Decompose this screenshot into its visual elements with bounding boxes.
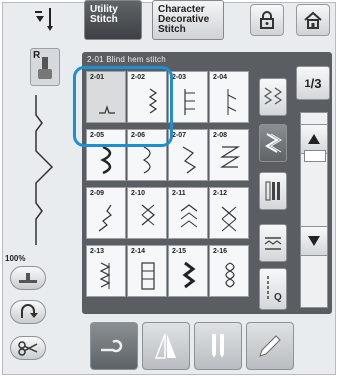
stitch-cell[interactable]: 2-16 — [209, 245, 249, 297]
stitch-length-icon — [265, 181, 280, 201]
stitch-cell[interactable]: 2-07 — [168, 129, 208, 181]
couching-stitch-icon — [98, 204, 112, 232]
reverse-stitch-button[interactable] — [10, 300, 46, 324]
stitch-cell[interactable]: 2-03 — [168, 71, 208, 123]
stitch-cell[interactable]: 2-15 — [168, 245, 208, 297]
zoom-level: 100% — [5, 254, 26, 263]
patchwork-zigzag-icon — [182, 146, 197, 174]
fagoting-cross-stitch-icon — [221, 206, 237, 232]
needle-position-icon[interactable] — [32, 6, 58, 32]
smocking-stitch-icon — [141, 204, 155, 226]
tension-button[interactable] — [259, 224, 287, 262]
stitch-cell[interactable]: 2-04 — [209, 71, 249, 123]
twin-needle-icon — [212, 334, 224, 358]
pencil-icon — [259, 335, 281, 357]
scroll-thumb[interactable] — [304, 150, 326, 162]
ladder-stitch-icon — [141, 262, 155, 290]
needle-q-button[interactable]: Q — [259, 268, 287, 310]
thread-cutter-left-button[interactable] — [10, 336, 46, 360]
stitch-code: 2-04 — [213, 74, 228, 81]
thread-cutter-button[interactable] — [90, 322, 138, 370]
stitch-cell[interactable]: 2-14 — [127, 245, 167, 297]
arrow-up-icon — [308, 134, 320, 144]
mirror-stitch-icon — [265, 133, 282, 153]
stitch-width-icon — [263, 87, 283, 105]
decorative-stitch-icon — [225, 262, 235, 288]
stitch-code: 2-08 — [213, 132, 228, 139]
stitch-cell[interactable]: 2-13 — [86, 245, 126, 297]
lock-icon — [260, 11, 274, 29]
tab-utility-label: Utility Stitch — [90, 4, 118, 25]
stitch-cell[interactable]: 2-10 — [127, 187, 167, 239]
needle-q-icon: Q — [267, 276, 282, 303]
scroll-down-button[interactable] — [300, 226, 328, 256]
stitch-code: 2-16 — [213, 248, 228, 255]
stitch-header: 2-01 Blind hem stitch — [87, 55, 166, 64]
scallop-stitch-icon — [100, 145, 112, 175]
stitch-preview-icon — [35, 95, 54, 245]
home-icon — [304, 11, 322, 29]
shell-tuck-stitch-icon — [227, 89, 237, 115]
tension-icon — [264, 237, 282, 250]
stitch-code: 2-14 — [131, 248, 146, 255]
scissors-icon — [18, 341, 38, 356]
tape-attaching-stitch-icon — [99, 262, 111, 289]
stitch-code: 2-15 — [172, 248, 187, 255]
stitch-cell[interactable]: 2-12 — [209, 187, 249, 239]
home-button[interactable] — [296, 4, 330, 36]
stitch-cell[interactable]: 2-08 — [209, 129, 249, 181]
stitch-code: 2-09 — [90, 190, 105, 197]
stitch-code: 2-11 — [172, 190, 186, 197]
mirror-stitch-button[interactable] — [259, 124, 287, 162]
stitch-code: 2-07 — [172, 132, 187, 139]
feather-stitch-icon — [180, 204, 198, 228]
scallop-satin-stitch-icon — [142, 146, 151, 174]
edit-pencil-button[interactable] — [246, 322, 294, 370]
presser-foot-lift-button[interactable] — [10, 266, 46, 290]
lock-button[interactable] — [250, 4, 284, 36]
stitch-length-button[interactable] — [259, 172, 287, 210]
thread-cutter-icon — [101, 339, 123, 353]
tab-character-decorative-stitch[interactable]: Character Decorative Stitch — [152, 0, 224, 40]
selection-highlight — [73, 66, 173, 147]
presser-foot-lift-icon — [19, 273, 37, 283]
stitch-cell[interactable]: 2-11 — [168, 187, 208, 239]
arrow-down-icon — [308, 236, 320, 246]
stitch-code: 2-03 — [172, 74, 187, 81]
stitch-code: 2-13 — [90, 248, 105, 255]
presser-foot-icon — [38, 57, 52, 79]
stitch-code: 2-10 — [131, 190, 146, 197]
page-indicator[interactable]: 1/3 — [296, 66, 330, 100]
patchwork-double-overlock-icon — [219, 146, 241, 168]
tab-utility-stitch[interactable]: Utility Stitch — [84, 0, 142, 40]
mirror-image-button[interactable] — [142, 322, 190, 370]
page-den: 3 — [314, 76, 322, 91]
svg-text:Q: Q — [274, 292, 282, 303]
twin-needle-button[interactable] — [194, 322, 242, 370]
tab-character-label: Character Decorative Stitch — [158, 4, 210, 35]
presser-foot-indicator: R — [30, 48, 60, 86]
left-column: R 100% — [0, 0, 76, 377]
mirror-image-icon — [154, 333, 176, 359]
rick-rack-stitch-icon — [182, 261, 196, 289]
blanket-stitch-icon — [184, 89, 195, 115]
reverse-stitch-icon — [21, 304, 38, 318]
stitch-width-button[interactable] — [259, 78, 287, 116]
stitch-cell[interactable]: 2-09 — [86, 187, 126, 239]
stitch-code: 2-12 — [213, 190, 228, 197]
